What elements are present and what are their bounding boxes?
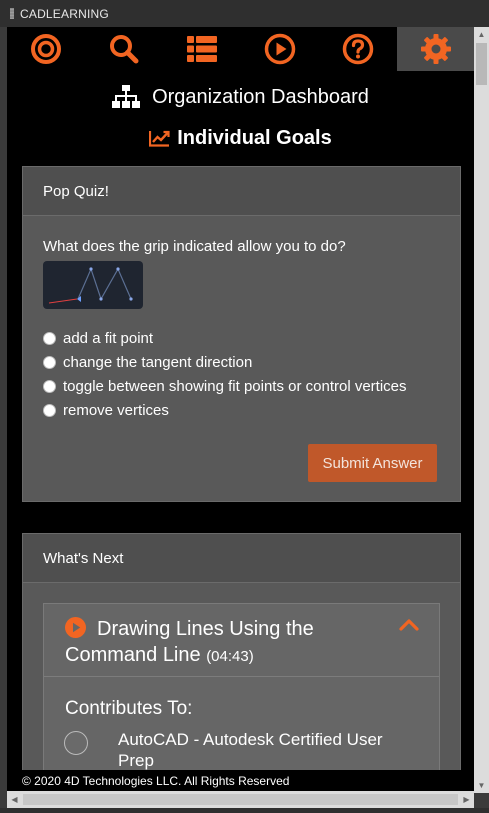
- horizontal-scrollbar[interactable]: ◀ ▶: [7, 791, 474, 808]
- radio-button[interactable]: [43, 331, 56, 345]
- whats-next-card: What's Next Drawing Lines Using the Comm…: [22, 533, 461, 791]
- window-title: CADLEARNING: [20, 6, 109, 21]
- quiz-question: What does the grip indicated allow you t…: [43, 238, 346, 255]
- quiz-options: add a fit point change the tangent direc…: [43, 326, 407, 422]
- contributes-to-label: Contributes To:: [65, 698, 193, 719]
- quiz-option[interactable]: toggle between showing fit points or con…: [43, 374, 407, 398]
- lesson-header[interactable]: Drawing Lines Using the Command Line (04…: [44, 604, 439, 677]
- vertical-scrollbar[interactable]: ▲ ▼: [474, 27, 489, 793]
- top-nav: [7, 27, 474, 71]
- quiz-option-label: remove vertices: [63, 401, 169, 419]
- trend-chart-icon: [149, 130, 170, 147]
- individual-goals-heading: Individual Goals: [7, 124, 474, 152]
- pop-quiz-heading: Pop Quiz!: [23, 167, 460, 216]
- scroll-up-icon[interactable]: ▲: [474, 27, 489, 42]
- quiz-option[interactable]: remove vertices: [43, 398, 407, 422]
- gear-icon: [420, 34, 451, 64]
- nav-help-button[interactable]: [319, 27, 397, 71]
- lesson-panel: Drawing Lines Using the Command Line (04…: [43, 603, 440, 791]
- certification-name[interactable]: AutoCAD - Autodesk Certified User Prep: [118, 729, 418, 771]
- quiz-option-label: add a fit point: [63, 329, 154, 347]
- nav-list-button[interactable]: [163, 27, 241, 71]
- scroll-right-icon[interactable]: ▶: [459, 791, 474, 808]
- list-icon: [187, 36, 217, 62]
- org-dashboard-label: Organization Dashboard: [152, 85, 369, 108]
- quiz-option[interactable]: change the tangent direction: [43, 350, 407, 374]
- scroll-left-icon[interactable]: ◀: [7, 791, 22, 808]
- quiz-option-label: change the tangent direction: [63, 353, 253, 371]
- quiz-image: [43, 261, 143, 309]
- vertical-scroll-thumb[interactable]: [476, 43, 487, 85]
- submit-answer-button[interactable]: Submit Answer: [308, 444, 437, 482]
- org-chart-icon: [112, 85, 141, 109]
- whats-next-heading: What's Next: [23, 534, 460, 583]
- grip-icon: [10, 8, 14, 19]
- quiz-option-label: toggle between showing fit points or con…: [63, 377, 407, 395]
- radio-button[interactable]: [43, 355, 56, 369]
- lesson-title-text: Drawing Lines Using the Command Line: [65, 618, 314, 666]
- app-viewport: Organization Dashboard Individual Goals …: [7, 27, 474, 791]
- individual-goals-label: Individual Goals: [177, 126, 332, 149]
- copyright-text: © 2020 4D Technologies LLC. All Rights R…: [22, 773, 290, 788]
- window-titlebar: CADLEARNING: [0, 0, 489, 27]
- nav-play-button[interactable]: [241, 27, 319, 71]
- scroll-down-icon[interactable]: ▼: [474, 778, 489, 793]
- nav-target-button[interactable]: [7, 27, 85, 71]
- nav-settings-button[interactable]: [397, 27, 474, 71]
- quiz-option[interactable]: add a fit point: [43, 326, 407, 350]
- radio-button[interactable]: [43, 403, 56, 417]
- org-dashboard-link[interactable]: Organization Dashboard: [7, 82, 474, 112]
- certification-badge-icon: [64, 731, 88, 755]
- play-circle-icon: [264, 33, 296, 65]
- lesson-title[interactable]: Drawing Lines Using the Command Line (04…: [65, 616, 365, 670]
- nav-search-button[interactable]: [85, 27, 163, 71]
- help-icon: [342, 33, 374, 65]
- footer: © 2020 4D Technologies LLC. All Rights R…: [7, 770, 474, 791]
- lesson-duration: (04:43): [206, 648, 254, 665]
- chevron-up-icon[interactable]: [399, 618, 419, 632]
- pop-quiz-card: Pop Quiz! What does the grip indicated a…: [22, 166, 461, 502]
- window-bottom-border: [0, 808, 489, 813]
- radio-button[interactable]: [43, 379, 56, 393]
- horizontal-scroll-thumb[interactable]: [23, 794, 458, 805]
- target-icon: [31, 34, 61, 64]
- search-icon: [110, 35, 139, 64]
